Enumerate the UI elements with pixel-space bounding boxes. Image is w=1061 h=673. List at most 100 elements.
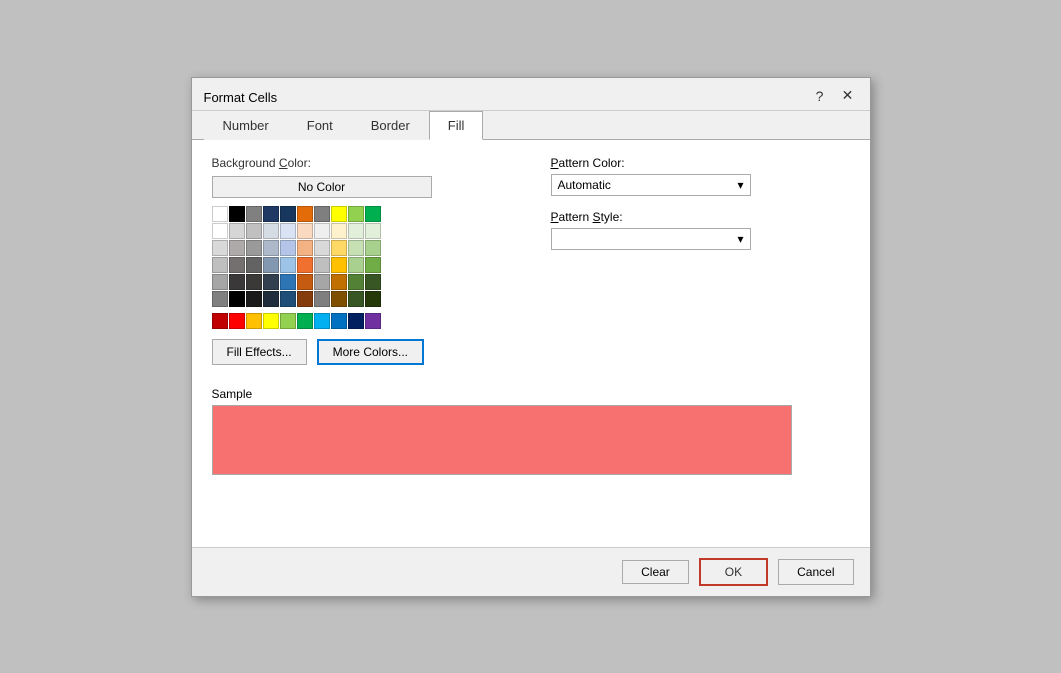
- color-cell[interactable]: [229, 223, 245, 239]
- color-cell[interactable]: [212, 257, 228, 273]
- color-cell[interactable]: [365, 223, 381, 239]
- color-cell[interactable]: [314, 206, 330, 222]
- more-colors-button[interactable]: More Colors...: [317, 339, 424, 365]
- color-cell[interactable]: [246, 274, 262, 290]
- tab-fill[interactable]: Fill: [429, 111, 484, 140]
- main-columns: Background Color: No Color: [212, 156, 850, 365]
- color-cell[interactable]: [297, 206, 313, 222]
- color-cell[interactable]: [331, 223, 347, 239]
- color-cell[interactable]: [280, 223, 296, 239]
- no-color-button[interactable]: No Color: [212, 176, 432, 198]
- color-cell[interactable]: [229, 313, 245, 329]
- color-cell[interactable]: [263, 291, 279, 307]
- color-cell[interactable]: [297, 274, 313, 290]
- color-cell[interactable]: [246, 291, 262, 307]
- color-cell[interactable]: [365, 291, 381, 307]
- fill-effects-button[interactable]: Fill Effects...: [212, 339, 307, 365]
- format-cells-dialog: Format Cells ? ✕ Number Font Border Fill…: [191, 77, 871, 597]
- color-cell[interactable]: [348, 313, 364, 329]
- color-cell[interactable]: [365, 240, 381, 256]
- color-cell[interactable]: [365, 206, 381, 222]
- color-cell[interactable]: [263, 313, 279, 329]
- color-cell[interactable]: [365, 313, 381, 329]
- color-cell[interactable]: [314, 291, 330, 307]
- color-cell[interactable]: [348, 223, 364, 239]
- color-cell[interactable]: [331, 274, 347, 290]
- tabs-bar: Number Font Border Fill: [192, 111, 870, 140]
- color-cell[interactable]: [246, 313, 262, 329]
- color-cell[interactable]: [280, 313, 296, 329]
- color-cell[interactable]: [314, 257, 330, 273]
- title-controls: ? ✕: [810, 86, 858, 106]
- color-cell[interactable]: [348, 274, 364, 290]
- color-cell[interactable]: [331, 206, 347, 222]
- footer-left: Clear: [208, 560, 689, 584]
- color-cell[interactable]: [365, 257, 381, 273]
- color-cell[interactable]: [297, 257, 313, 273]
- color-cell[interactable]: [314, 274, 330, 290]
- tab-number[interactable]: Number: [204, 111, 288, 140]
- color-cell[interactable]: [229, 291, 245, 307]
- ok-button[interactable]: OK: [699, 558, 768, 586]
- color-cell[interactable]: [365, 274, 381, 290]
- help-button[interactable]: ?: [810, 86, 830, 106]
- color-cell[interactable]: [246, 223, 262, 239]
- dialog-body: Background Color: No Color: [192, 140, 870, 547]
- color-cell[interactable]: [280, 291, 296, 307]
- color-cell[interactable]: [331, 240, 347, 256]
- color-cell[interactable]: [212, 206, 228, 222]
- tab-border[interactable]: Border: [352, 111, 429, 140]
- color-cell[interactable]: [246, 206, 262, 222]
- color-row: [212, 291, 511, 307]
- color-row: [212, 274, 511, 290]
- color-row-bright: [212, 313, 511, 329]
- color-cell[interactable]: [314, 240, 330, 256]
- close-button[interactable]: ✕: [838, 86, 858, 106]
- tab-font[interactable]: Font: [288, 111, 352, 140]
- color-cell[interactable]: [280, 240, 296, 256]
- color-cell[interactable]: [263, 257, 279, 273]
- color-cell[interactable]: [263, 223, 279, 239]
- color-cell[interactable]: [263, 274, 279, 290]
- clear-button[interactable]: Clear: [622, 560, 689, 584]
- pattern-color-label: Pattern Color:: [551, 156, 850, 170]
- color-cell[interactable]: [348, 291, 364, 307]
- color-cell[interactable]: [246, 240, 262, 256]
- color-cell[interactable]: [331, 313, 347, 329]
- color-cell[interactable]: [297, 240, 313, 256]
- color-cell[interactable]: [229, 257, 245, 273]
- pattern-color-value: Automatic: [558, 178, 611, 192]
- color-cell[interactable]: [297, 313, 313, 329]
- color-cell[interactable]: [212, 313, 228, 329]
- color-cell[interactable]: [212, 291, 228, 307]
- color-cell[interactable]: [331, 257, 347, 273]
- color-cell[interactable]: [314, 223, 330, 239]
- color-row: [212, 257, 511, 273]
- color-cell[interactable]: [229, 240, 245, 256]
- pattern-color-dropdown[interactable]: Automatic ▾: [551, 174, 751, 196]
- color-cell[interactable]: [331, 291, 347, 307]
- color-cell[interactable]: [212, 274, 228, 290]
- color-cell[interactable]: [314, 313, 330, 329]
- color-cell[interactable]: [246, 257, 262, 273]
- color-cell[interactable]: [280, 257, 296, 273]
- color-cell[interactable]: [348, 257, 364, 273]
- color-cell[interactable]: [297, 223, 313, 239]
- color-cell[interactable]: [348, 240, 364, 256]
- color-cell[interactable]: [280, 274, 296, 290]
- color-cell[interactable]: [212, 240, 228, 256]
- pattern-style-label: Pattern Style:: [551, 210, 850, 224]
- right-column: Pattern Color: Automatic ▾ Pattern Style…: [551, 156, 850, 365]
- color-cell[interactable]: [263, 206, 279, 222]
- color-cell[interactable]: [212, 223, 228, 239]
- color-grid: [212, 206, 511, 329]
- color-cell[interactable]: [263, 240, 279, 256]
- pattern-style-dropdown[interactable]: ▾: [551, 228, 751, 250]
- color-cell[interactable]: [280, 206, 296, 222]
- color-row-top: [212, 206, 511, 222]
- color-cell[interactable]: [348, 206, 364, 222]
- color-cell[interactable]: [229, 206, 245, 222]
- color-cell[interactable]: [229, 274, 245, 290]
- color-cell[interactable]: [297, 291, 313, 307]
- cancel-button[interactable]: Cancel: [778, 559, 853, 585]
